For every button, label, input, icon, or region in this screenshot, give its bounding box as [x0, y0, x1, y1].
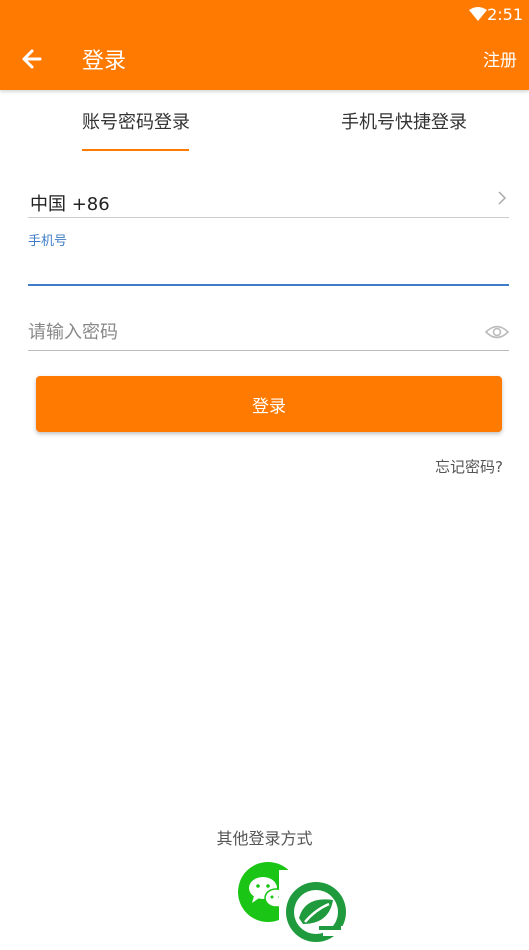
page-title: 登录 [82, 49, 127, 74]
chevron-right-icon [498, 191, 507, 205]
country-code-text: 中国 +86 [30, 194, 110, 215]
status-bar: 2:51 [0, 0, 529, 28]
tab-indicator [82, 149, 189, 151]
tab-password-login[interactable]: 账号密码登录 [82, 108, 190, 134]
login-screen: 2:51 登录 注册 账号密码登录 手机号快捷登录 中国 +86 手机号 登录 … [0, 0, 529, 950]
status-time: 2:51 [487, 5, 523, 24]
tab-sms-login[interactable]: 手机号快捷登录 [341, 108, 467, 134]
other-login-label: 其他登录方式 [216, 829, 313, 848]
wifi-icon [469, 7, 487, 21]
password-input[interactable] [28, 318, 468, 346]
app-bar: 登录 注册 [0, 28, 529, 90]
register-button[interactable]: 注册 [483, 46, 517, 71]
phone-label: 手机号 [28, 234, 68, 249]
forgot-password-link[interactable]: 忘记密码? [435, 456, 503, 477]
eye-icon[interactable] [485, 323, 509, 341]
country-code-selector[interactable]: 中国 +86 [28, 184, 509, 218]
password-field [28, 314, 509, 351]
phone-input[interactable] [28, 250, 509, 286]
login-button[interactable]: 登录 [36, 376, 502, 432]
arrow-left-icon[interactable] [16, 44, 48, 74]
leaf-logo-icon [279, 870, 353, 950]
